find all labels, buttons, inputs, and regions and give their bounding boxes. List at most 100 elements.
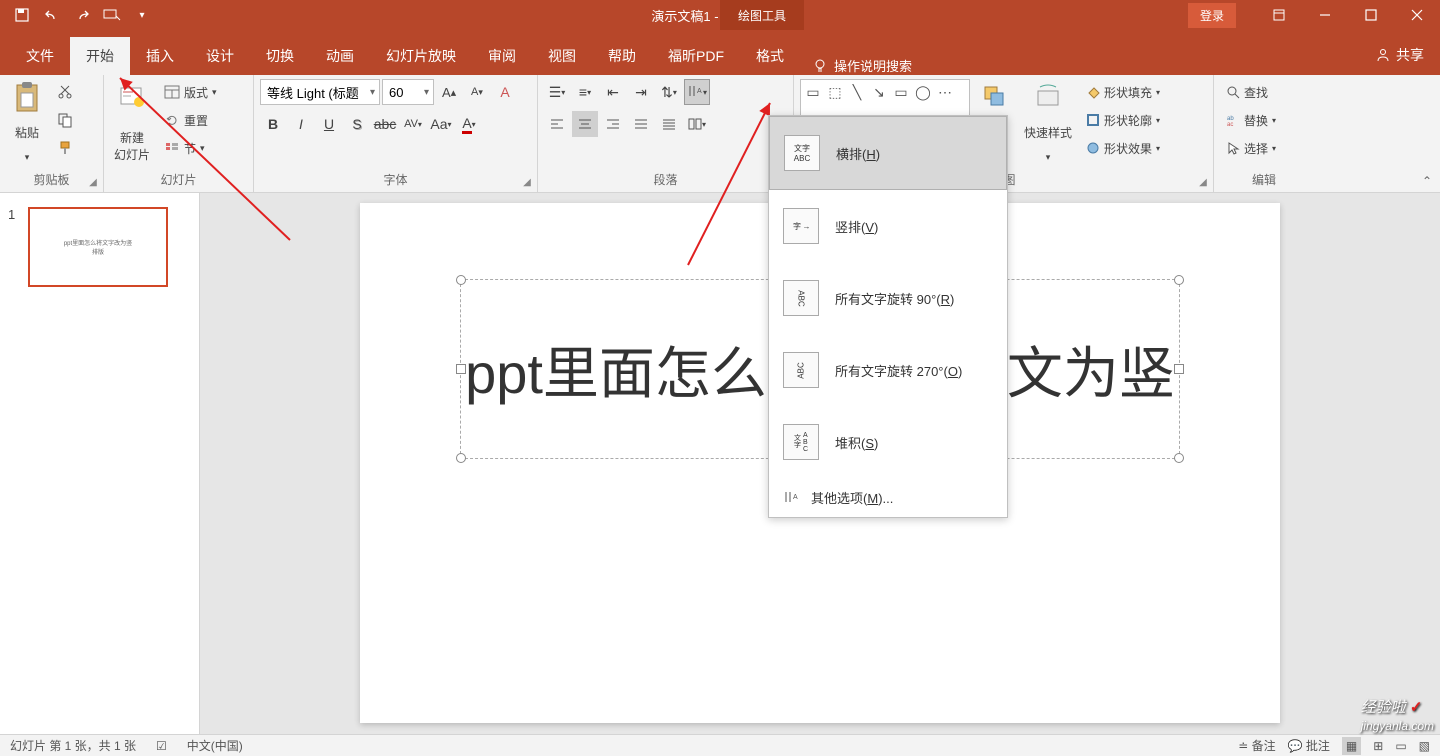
change-case-button[interactable]: Aa▾ [428,111,454,137]
clipboard-launcher[interactable]: ◢ [86,175,100,189]
tab-home[interactable]: 开始 [70,37,130,75]
save-button[interactable] [8,1,36,29]
resize-handle-nw[interactable] [456,275,466,285]
text-direction-vertical[interactable]: 字→ 竖排(V) [769,190,1007,262]
quick-styles-button[interactable]: 快速样式▾ [1020,79,1076,165]
increase-font-button[interactable]: A▴ [436,79,462,105]
resize-handle-se[interactable] [1174,453,1184,463]
close-button[interactable] [1394,0,1440,30]
strikethrough-button[interactable]: abc [372,111,398,137]
tab-slideshow[interactable]: 幻灯片放映 [370,37,472,75]
text-direction-button[interactable]: A▾ [684,79,710,105]
resize-handle-w[interactable] [456,364,466,374]
group-paragraph: ☰▾ ≡▾ ⇤ ⇥ ⇅▾ A▾ ▾ 段落 ◢ [538,75,794,192]
group-font: 等线 Light (标题 60 A▴ A▾ A B I U S abc AV▾ … [254,75,538,192]
font-launcher[interactable]: ◢ [520,175,534,189]
italic-button[interactable]: I [288,111,314,137]
tab-design[interactable]: 设计 [190,37,250,75]
char-spacing-button[interactable]: AV▾ [400,111,426,137]
tab-review[interactable]: 审阅 [472,37,532,75]
tab-animations[interactable]: 动画 [310,37,370,75]
login-button[interactable]: 登录 [1188,3,1236,28]
section-button[interactable]: 节▾ [158,135,223,161]
line-spacing-button[interactable]: ⇅▾ [656,79,682,105]
decrease-font-button[interactable]: A▾ [464,79,490,105]
notes-button[interactable]: ≐ 备注 [1238,737,1275,754]
text-direction-more-icon: A [783,490,799,506]
slideshow-view-button[interactable]: ▧ [1419,739,1430,753]
maximize-button[interactable] [1348,0,1394,30]
tab-transitions[interactable]: 切换 [250,37,310,75]
columns-button[interactable]: ▾ [684,111,710,137]
paste-button[interactable]: 粘贴 ▾ [6,79,48,165]
resize-handle-sw[interactable] [456,453,466,463]
text-direction-more-options[interactable]: A 其他选项(M)... [769,478,1007,517]
tell-me-search[interactable]: 操作说明搜索 [812,56,912,75]
svg-text:A: A [793,494,798,501]
normal-view-button[interactable]: ▦ [1342,737,1361,755]
shape-effects-button[interactable]: 形状效果▾ [1080,135,1166,161]
shape-outline-button[interactable]: 形状轮廓▾ [1080,107,1166,133]
comments-button[interactable]: 💬 批注 [1288,737,1330,754]
text-direction-rotate90[interactable]: ABC 所有文字旋转 90°(R) [769,262,1007,334]
language-indicator[interactable]: 中文(中国) [187,737,243,754]
text-direction-horizontal[interactable]: 文字ABC 横排(H) [769,116,1007,190]
start-from-beginning-button[interactable] [98,1,126,29]
watermark: 经验啦 ✓ jingyanla.com [1361,696,1434,734]
bullets-button[interactable]: ☰▾ [544,79,570,105]
shape-fill-button[interactable]: 形状填充▾ [1080,79,1166,105]
find-button[interactable]: 查找 [1220,79,1282,105]
increase-indent-button[interactable]: ⇥ [628,79,654,105]
format-painter-button[interactable] [52,135,78,161]
share-button[interactable]: 共享 [1360,35,1440,75]
bold-button[interactable]: B [260,111,286,137]
tab-view[interactable]: 视图 [532,37,592,75]
collapse-ribbon-button[interactable]: ⌃ [1422,174,1432,188]
tab-format[interactable]: 格式 [740,37,800,75]
cut-button[interactable] [52,79,78,105]
align-center-button[interactable] [572,111,598,137]
slide-sorter-view-button[interactable]: ⊞ [1373,739,1383,753]
align-left-button[interactable] [544,111,570,137]
font-family-select[interactable]: 等线 Light (标题 [260,79,380,105]
resize-handle-ne[interactable] [1174,275,1184,285]
justify-button[interactable] [628,111,654,137]
underline-button[interactable]: U [316,111,342,137]
copy-button[interactable] [52,107,78,133]
status-bar: 幻灯片 第 1 张，共 1 张 ☑ 中文(中国) ≐ 备注 💬 批注 ▦ ⊞ ▭… [0,734,1440,756]
redo-button[interactable] [68,1,96,29]
align-right-button[interactable] [600,111,626,137]
lightbulb-icon [812,58,828,74]
workspace: 1 ppt里面怎么将文字改为竖 排版 ppt里面怎么 文为竖 [0,193,1440,734]
new-slide-button[interactable]: 新建 幻灯片 [110,79,154,165]
spellcheck-icon[interactable]: ☑ [156,739,167,753]
shadow-button[interactable]: S [344,111,370,137]
reset-icon [164,113,180,127]
distributed-button[interactable] [656,111,682,137]
undo-button[interactable] [38,1,66,29]
text-direction-rotate270[interactable]: ABC 所有文字旋转 270°(O) [769,334,1007,406]
tab-foxitpdf[interactable]: 福昕PDF [652,37,740,75]
tab-file[interactable]: 文件 [10,37,70,75]
replace-button[interactable]: abac替换▾ [1220,107,1282,133]
drawing-launcher[interactable]: ◢ [1196,175,1210,189]
text-direction-stacked[interactable]: 文字ABC 堆积(S) [769,406,1007,478]
resize-handle-e[interactable] [1174,364,1184,374]
clear-formatting-button[interactable]: A [492,79,518,105]
search-icon [1226,85,1240,99]
decrease-indent-button[interactable]: ⇤ [600,79,626,105]
numbering-button[interactable]: ≡▾ [572,79,598,105]
tab-insert[interactable]: 插入 [130,37,190,75]
font-size-select[interactable]: 60 [382,79,434,105]
qat-customize-button[interactable]: ▾ [128,1,156,29]
minimize-button[interactable] [1302,0,1348,30]
text-direction-dropdown: 文字ABC 横排(H) 字→ 竖排(V) ABC 所有文字旋转 90°(R) A… [768,115,1008,518]
font-color-button[interactable]: A▾ [456,111,482,137]
layout-button[interactable]: 版式▾ [158,79,223,105]
reset-button[interactable]: 重置 [158,107,223,133]
select-button[interactable]: 选择▾ [1220,135,1282,161]
reading-view-button[interactable]: ▭ [1395,739,1406,753]
tab-help[interactable]: 帮助 [592,37,652,75]
ribbon-display-options[interactable] [1256,0,1302,30]
thumbnail-1[interactable]: 1 ppt里面怎么将文字改为竖 排版 [0,203,199,291]
